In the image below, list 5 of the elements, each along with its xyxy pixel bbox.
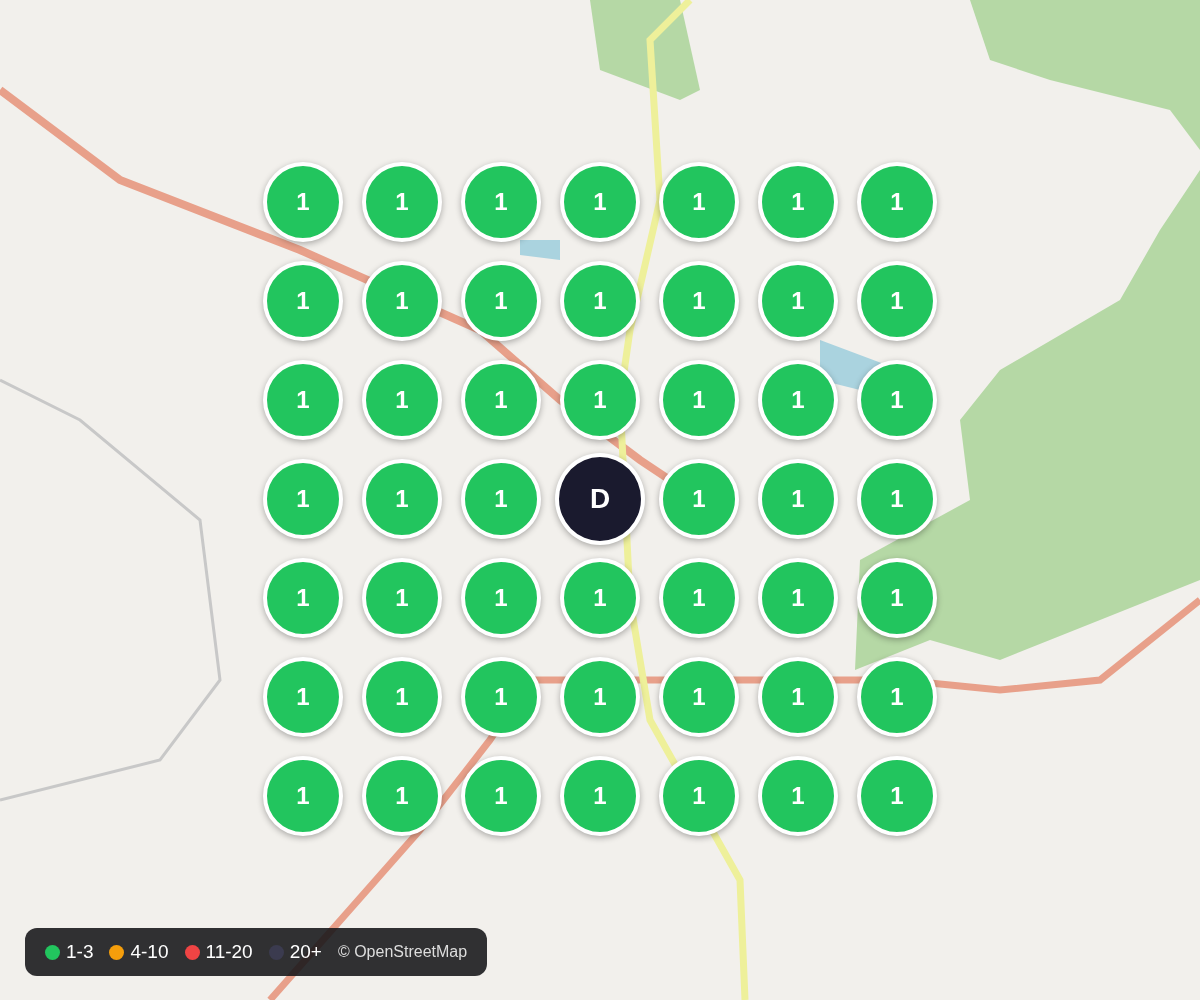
map-attribution: © OpenStreetMap: [337, 943, 468, 961]
legend-label: 20+: [289, 941, 322, 963]
legend-label: 11-20: [205, 941, 253, 963]
legend-label: 1-3: [66, 941, 94, 963]
legend-label: 4-10: [130, 941, 169, 963]
